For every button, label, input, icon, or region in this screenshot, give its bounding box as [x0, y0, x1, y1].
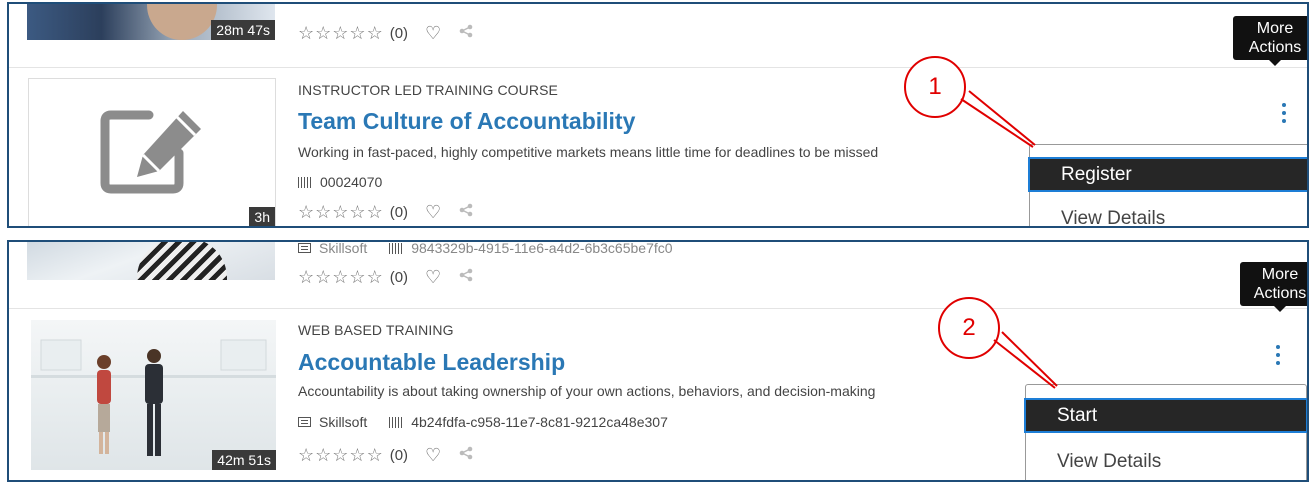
top-panel: 28m 47s ☆ ☆ ☆ ☆ ☆ (0) ♡ 3h INSTRUCTOR LED TR… — [7, 2, 1309, 228]
bottom-panel: Skillsoft 9843329b-4915-11e6-a4d2-6b3c65… — [7, 240, 1309, 482]
callout-pointer — [993, 331, 1058, 389]
callout-pointer — [960, 90, 1036, 148]
